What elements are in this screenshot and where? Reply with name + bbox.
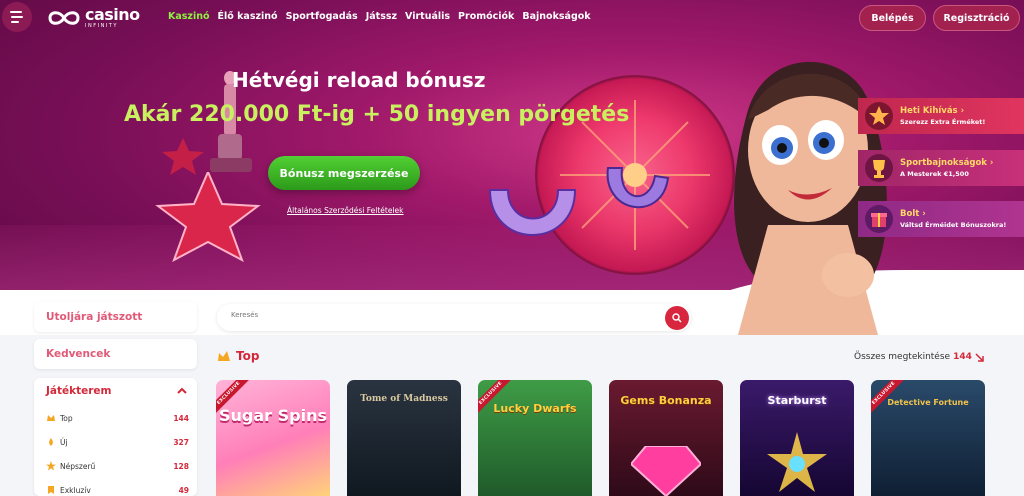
main-nav: Kaszinó Élő kaszinó Sportfogadás Játssz …: [168, 11, 591, 22]
search-icon: [672, 313, 682, 323]
see-all-label: Összes megtekintése: [854, 352, 951, 362]
menu-line-icon: [11, 16, 23, 18]
casino-logo[interactable]: casino INFINITY: [46, 7, 140, 29]
menu-line-icon: [11, 21, 19, 23]
sidebar-item-count: 144: [173, 413, 189, 423]
top-navigation-bar: casino INFINITY Kaszinó Élő kaszinó Spor…: [0, 0, 1024, 36]
game-tile[interactable]: Gems Bonanza: [609, 380, 723, 496]
nav-tournaments[interactable]: Bajnokságok: [522, 11, 590, 22]
game-room-list: Top 144 Új 327 Népszerű 128 Exkluzív 49: [46, 406, 189, 496]
game-title: Detective Fortune: [887, 398, 969, 407]
terms-link[interactable]: Általános Szerződési Feltételek: [287, 206, 404, 215]
game-tile[interactable]: Lucky Dwarfs EXCLUSIVE: [478, 380, 592, 496]
promo-shop[interactable]: Bolt › Váltsd Érméidet Bónuszokra!: [858, 201, 1024, 237]
promo-title: Heti Kihívás ›: [900, 106, 965, 116]
sidebar-favorites[interactable]: Kedvencek: [34, 339, 197, 369]
promo-desc: Szerezz Extra Érméket!: [900, 118, 986, 126]
sidebar-item-label: Népszerű: [60, 461, 96, 471]
menu-line-icon: [10, 11, 22, 13]
promo-sport-tournaments[interactable]: Sportbajnokságok › A Mesterek €1,500: [858, 150, 1024, 186]
nav-live-casino[interactable]: Élő kaszinó: [218, 11, 278, 22]
hero-banner: Hétvégi reload bónusz Akár 220.000 Ft-ig…: [0, 0, 1024, 335]
logo-sub-text: INFINITY: [85, 23, 118, 29]
nav-virtual[interactable]: Virtuális: [405, 11, 450, 22]
horseshoe-small-decoration: [606, 167, 670, 209]
login-button[interactable]: Belépés: [859, 5, 926, 31]
promo-weekly-challenge[interactable]: Heti Kihívás › Szerezz Extra Érméket!: [858, 98, 1024, 134]
game-title: Tome of Madness: [360, 394, 448, 404]
chevron-up-icon[interactable]: [177, 386, 187, 396]
exclusive-icon: [48, 486, 54, 494]
crown-icon: [47, 415, 55, 421]
infinity-logo-icon: [48, 11, 80, 25]
register-button[interactable]: Regisztráció: [933, 5, 1020, 31]
game-title: Sugar Spins: [219, 406, 327, 425]
game-tile[interactable]: Starburst: [740, 380, 854, 496]
nav-casino[interactable]: Kaszinó: [168, 11, 210, 22]
logo-main-text: casino: [85, 5, 140, 24]
crown-icon: [218, 351, 230, 361]
star-icon: [865, 102, 893, 130]
hero-subtitle: Akár 220.000 Ft-ig + 50 ingyen pörgetés: [124, 102, 630, 127]
promo-title: Bolt ›: [900, 209, 926, 219]
gem-icon: [631, 446, 701, 496]
arrow-down-right-icon: [975, 352, 984, 362]
search-input[interactable]: [231, 311, 631, 319]
new-icon: [49, 438, 53, 446]
sidebar-last-played[interactable]: Utoljára játszott: [34, 302, 197, 332]
game-title: Gems Bonanza: [620, 394, 712, 407]
see-all-link[interactable]: Összes megtekintése 144: [854, 352, 984, 362]
horseshoe-decoration: [488, 189, 577, 236]
search-button[interactable]: [665, 306, 689, 330]
sidebar-item-count: 327: [173, 437, 189, 447]
sidebar-last-played-label: Utoljára játszott: [46, 311, 143, 323]
game-tiles-row: Sugar Spins EXCLUSIVE Tome of Madness Lu…: [216, 380, 990, 496]
nav-promotions[interactable]: Promóciók: [458, 11, 514, 22]
see-all-count: 144: [953, 352, 972, 362]
game-title: Starburst: [767, 394, 827, 407]
claim-bonus-button[interactable]: Bónusz megszerzése: [268, 156, 420, 190]
nav-play[interactable]: Játssz: [366, 11, 397, 22]
gift-icon: [865, 205, 893, 233]
promo-desc: A Mesterek €1,500: [900, 170, 969, 178]
star-icon: [46, 461, 56, 471]
sidebar-game-room-label: Játékterem: [46, 385, 112, 397]
sidebar-game-room: Játékterem Top 144 Új 327 Népszerű 128 E…: [34, 378, 197, 496]
sidebar-item-label: Top: [60, 413, 73, 423]
sidebar-item-new[interactable]: Új 327: [46, 430, 189, 454]
sidebar-item-count: 49: [178, 485, 189, 495]
game-tile[interactable]: Sugar Spins EXCLUSIVE: [216, 380, 330, 496]
section-title: Top: [236, 349, 260, 363]
promo-title: Sportbajnokságok ›: [900, 158, 994, 168]
sidebar-item-popular[interactable]: Népszerű 128: [46, 454, 189, 478]
game-tile[interactable]: Detective Fortune EXCLUSIVE: [871, 380, 985, 496]
sidebar-item-count: 128: [173, 461, 189, 471]
game-title: Lucky Dwarfs: [493, 402, 577, 415]
hamburger-menu-button[interactable]: [2, 2, 32, 32]
sidebar-item-label: Exkluzív: [60, 485, 91, 495]
nav-sports-betting[interactable]: Sportfogadás: [286, 11, 358, 22]
hero-title: Hétvégi reload bónusz: [232, 68, 486, 92]
game-search-bar: [217, 304, 691, 331]
sidebar-favorites-label: Kedvencek: [46, 348, 111, 360]
section-header-top: Top: [217, 349, 259, 363]
star-burst-icon: [767, 432, 827, 492]
sidebar-item-exclusive[interactable]: Exkluzív 49: [46, 478, 189, 496]
promo-desc: Váltsd Érméidet Bónuszokra!: [900, 221, 1007, 229]
game-tile[interactable]: Tome of Madness: [347, 380, 461, 496]
sidebar-item-top[interactable]: Top 144: [46, 406, 189, 430]
hostess-character: [734, 61, 887, 335]
trophy-icon: [865, 154, 893, 182]
sidebar-item-label: Új: [60, 437, 68, 447]
